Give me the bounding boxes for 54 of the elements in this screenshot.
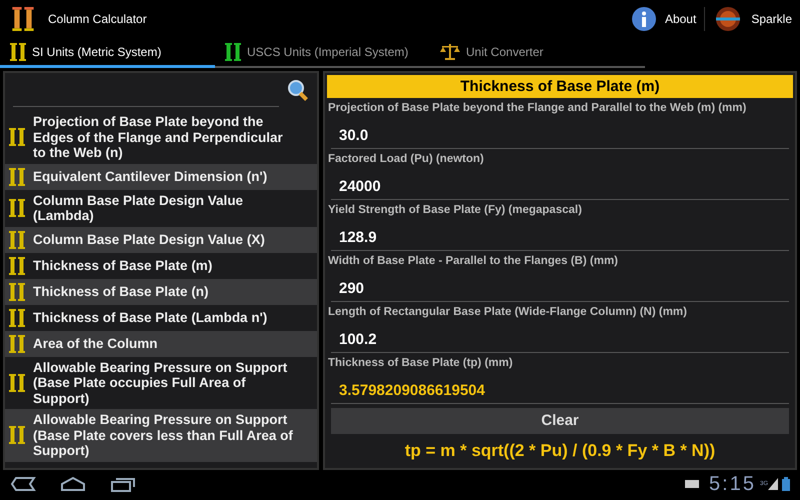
input-field[interactable]: 128.9 bbox=[331, 217, 789, 251]
columns-icon bbox=[9, 426, 25, 444]
signal-icon bbox=[768, 478, 778, 490]
tab[interactable]: Unit Converter bbox=[430, 38, 645, 68]
clear-button[interactable]: Clear bbox=[331, 408, 789, 434]
field-label: Factored Load (Pu) (newton) bbox=[327, 152, 485, 166]
columns-icon bbox=[9, 128, 25, 146]
columns-icon bbox=[9, 282, 25, 300]
columns-icon bbox=[9, 374, 25, 392]
battery-icon bbox=[782, 477, 790, 491]
list-item[interactable]: Thickness of Base Plate (n) bbox=[5, 278, 317, 304]
home-icon[interactable] bbox=[60, 476, 86, 492]
columns-icon bbox=[225, 43, 241, 61]
sparkle-button[interactable]: Sparkle bbox=[713, 6, 792, 32]
input-field[interactable]: 100.2 bbox=[331, 319, 789, 353]
list-item[interactable]: Allowable Bearing Pressure on Support (Base Plate occupies Full Area of Support) bbox=[5, 356, 317, 409]
search-icon[interactable] bbox=[287, 79, 309, 101]
calculator-title: Thickness of Base Plate (m) bbox=[327, 75, 793, 98]
field-label: Length of Rectangular Base Plate (Wide-Flange Column) (N) (mm) bbox=[327, 305, 688, 319]
columns-icon bbox=[9, 308, 25, 326]
list-item[interactable]: Projection of Base Plate beyond the Edges of the Flange and Perpendicular to the Web (n) bbox=[5, 111, 317, 164]
input-field[interactable]: 30.0 bbox=[331, 115, 789, 149]
recent-apps-icon[interactable] bbox=[110, 476, 136, 492]
list-item[interactable]: Column Base Plate Design Value (Lambda) bbox=[5, 190, 317, 226]
about-button[interactable]: About bbox=[630, 6, 696, 32]
list-item[interactable]: Thickness of Base Plate (Lambda n') bbox=[5, 304, 317, 330]
field-label: Projection of Base Plate beyond the Flange and Parallel to the Web (m) (mm) bbox=[327, 101, 748, 115]
clock-time: 5:15 bbox=[709, 472, 756, 497]
input-field[interactable]: 290 bbox=[331, 268, 789, 302]
info-icon bbox=[630, 6, 657, 32]
columns-icon bbox=[9, 168, 25, 186]
app-title: Column Calculator bbox=[48, 11, 147, 28]
keyboard-icon bbox=[685, 480, 700, 488]
back-icon[interactable] bbox=[10, 476, 36, 492]
list-item[interactable]: Thickness of Base Plate (m) bbox=[5, 252, 317, 278]
input-field[interactable]: 24000 bbox=[331, 166, 789, 200]
list-item[interactable]: Equivalent Cantilever Dimension (n') bbox=[5, 164, 317, 190]
columns-icon bbox=[9, 334, 25, 352]
list-item[interactable]: Allowable Bearing Pressure on Support (Base Plate covers less than Full Area of Support) bbox=[5, 409, 317, 462]
scale-icon bbox=[440, 43, 460, 61]
list-item[interactable]: Column Base Plate Design Value (X) bbox=[5, 226, 317, 252]
columns-logo-icon bbox=[10, 7, 36, 31]
tab[interactable]: SI Units (Metric System) bbox=[0, 38, 215, 68]
formula-text: tp = m * sqrt((2 * Pu) / (0.9 * Fy * B * N)) bbox=[404, 440, 716, 462]
result-field[interactable]: 3.5798209086619504 bbox=[331, 370, 789, 404]
columns-icon bbox=[9, 199, 25, 217]
field-label: Width of Base Plate - Parallel to the Flanges (B) (mm) bbox=[327, 254, 619, 268]
columns-icon bbox=[9, 256, 25, 274]
list-item[interactable]: Area of the Column bbox=[5, 330, 317, 356]
field-label: Yield Strength of Base Plate (Fy) (megapascal) bbox=[327, 203, 583, 217]
columns-icon bbox=[9, 230, 25, 248]
columns-icon bbox=[10, 42, 26, 60]
tab[interactable]: USCS Units (Imperial System) bbox=[215, 38, 430, 68]
field-label: Thickness of Base Plate (tp) (mm) bbox=[327, 356, 514, 370]
